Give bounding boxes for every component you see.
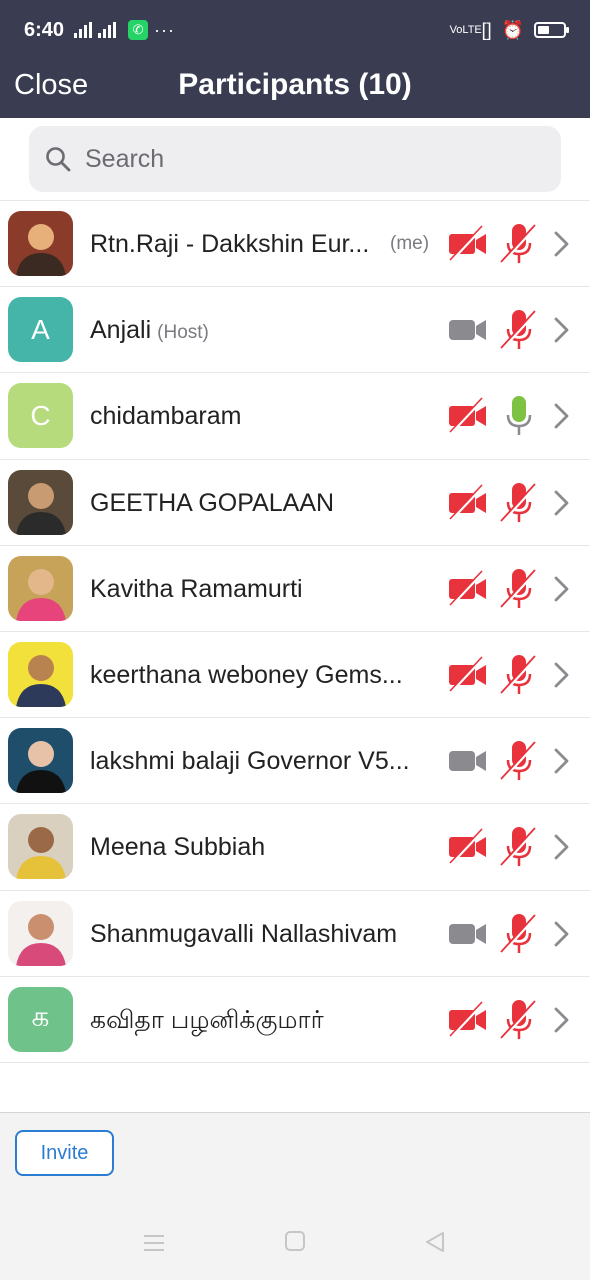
- video-off-icon[interactable]: [448, 828, 488, 866]
- search-input[interactable]: [85, 144, 505, 174]
- system-nav-bar: [0, 1223, 590, 1263]
- participant-row[interactable]: GEETHA GOPALAAN: [0, 460, 590, 546]
- close-button[interactable]: Close: [14, 68, 88, 102]
- mic-muted-icon[interactable]: [500, 309, 538, 351]
- video-off-icon[interactable]: [448, 656, 488, 694]
- avatar: [8, 814, 73, 880]
- participant-name: GEETHA GOPALAAN: [90, 488, 335, 517]
- mic-muted-icon[interactable]: [500, 826, 538, 868]
- participant-row[interactable]: க கவிதா பழனிக்குமார்: [0, 977, 590, 1063]
- participant-name: lakshmi balaji Governor V5...: [90, 747, 410, 776]
- participant-name: Rtn.Raji - Dakkshin Eur...: [90, 230, 370, 258]
- participant-name: Kavitha Ramamurti: [90, 574, 303, 603]
- mic-muted-icon[interactable]: [500, 654, 538, 696]
- participant-row[interactable]: Shanmugavalli Nallashivam: [0, 891, 590, 977]
- search-box[interactable]: [29, 126, 561, 192]
- chevron-right-icon[interactable]: [552, 575, 572, 603]
- participant-row[interactable]: Rtn.Raji - Dakkshin Eur... (me): [0, 201, 590, 288]
- app-header: Close Participants (10): [0, 60, 590, 118]
- participant-name: கவிதா பழனிக்குமார்: [90, 1005, 324, 1034]
- back-icon[interactable]: [424, 1231, 446, 1253]
- participant-name: Shanmugavalli Nallashivam: [90, 919, 398, 948]
- avatar: A: [8, 297, 73, 363]
- avatar: C: [8, 383, 73, 449]
- home-icon[interactable]: [285, 1231, 305, 1251]
- mic-muted-icon[interactable]: [500, 913, 538, 955]
- alarm-icon: ⏰: [501, 19, 524, 40]
- participant-row[interactable]: Cchidambaram: [0, 373, 590, 460]
- chevron-right-icon[interactable]: [552, 316, 572, 344]
- me-tag: (me): [390, 233, 430, 254]
- video-icon[interactable]: [448, 915, 488, 953]
- avatar: க: [8, 986, 73, 1052]
- participant-row[interactable]: Kavitha Ramamurti: [0, 546, 590, 632]
- mic-muted-icon[interactable]: [500, 223, 538, 265]
- video-off-icon[interactable]: [448, 397, 488, 435]
- participant-name: Meena Subbiah: [90, 833, 266, 862]
- chevron-right-icon[interactable]: [552, 1006, 572, 1034]
- avatar: [8, 469, 73, 535]
- video-off-icon[interactable]: [448, 1001, 488, 1039]
- mic-muted-icon[interactable]: [500, 999, 538, 1041]
- mic-on-icon[interactable]: [500, 395, 538, 437]
- participant-row[interactable]: Meena Subbiah: [0, 804, 590, 891]
- search-icon: [46, 147, 71, 172]
- avatar: [8, 728, 73, 794]
- recent-apps-icon[interactable]: [143, 1232, 165, 1254]
- battery-icon: [534, 22, 569, 38]
- signal-icon: [74, 22, 93, 38]
- participant-name-container: Anjali (Host): [90, 287, 430, 373]
- chevron-right-icon[interactable]: [552, 747, 572, 775]
- chevron-right-icon[interactable]: [552, 402, 572, 430]
- participant-row[interactable]: lakshmi balaji Governor V5...: [0, 718, 590, 805]
- whatsapp-icon: ✆: [128, 20, 149, 40]
- host-tag: (Host): [157, 322, 209, 344]
- avatar-initial: A: [31, 313, 50, 345]
- status-time: 6:40: [24, 18, 65, 41]
- video-off-icon[interactable]: [448, 570, 488, 608]
- avatar-initial: க: [31, 1001, 50, 1033]
- participant-name: chidambaram: [90, 402, 242, 431]
- status-more: ···: [154, 19, 176, 40]
- video-off-icon[interactable]: [448, 484, 488, 522]
- page-title: Participants (10): [178, 68, 412, 101]
- signal-icon-2: [98, 22, 117, 38]
- chevron-right-icon[interactable]: [552, 661, 572, 689]
- mic-muted-icon[interactable]: [500, 740, 538, 782]
- avatar: [8, 900, 73, 966]
- vibrate-icon: []: [481, 19, 492, 40]
- avatar-initial: C: [30, 399, 51, 431]
- search-section: [0, 118, 590, 200]
- avatar: [8, 641, 73, 707]
- chevron-right-icon[interactable]: [552, 833, 572, 861]
- avatar: [8, 555, 73, 621]
- participant-row[interactable]: keerthana weboney Gems...: [0, 632, 590, 719]
- footer-bar: Invite: [0, 1112, 590, 1280]
- video-icon[interactable]: [448, 311, 488, 349]
- video-off-icon[interactable]: [448, 225, 488, 263]
- status-bar: 6:40 ✆ ··· VoLTE [] ⏰: [0, 0, 590, 60]
- participant-row[interactable]: A Anjali (Host): [0, 287, 590, 374]
- chevron-right-icon[interactable]: [552, 920, 572, 948]
- participant-name: keerthana weboney Gems...: [90, 660, 403, 689]
- volte-indicator: VoLTE: [449, 23, 482, 36]
- mic-muted-icon[interactable]: [500, 482, 538, 524]
- avatar: [8, 211, 73, 276]
- invite-button[interactable]: Invite: [15, 1130, 114, 1176]
- participant-list: Rtn.Raji - Dakkshin Eur... (me) A Anjali (Ho…: [0, 200, 590, 1063]
- chevron-right-icon[interactable]: [552, 230, 572, 258]
- participant-name: Anjali: [90, 316, 152, 345]
- mic-muted-icon[interactable]: [500, 568, 538, 610]
- chevron-right-icon[interactable]: [552, 489, 572, 517]
- video-icon[interactable]: [448, 742, 488, 780]
